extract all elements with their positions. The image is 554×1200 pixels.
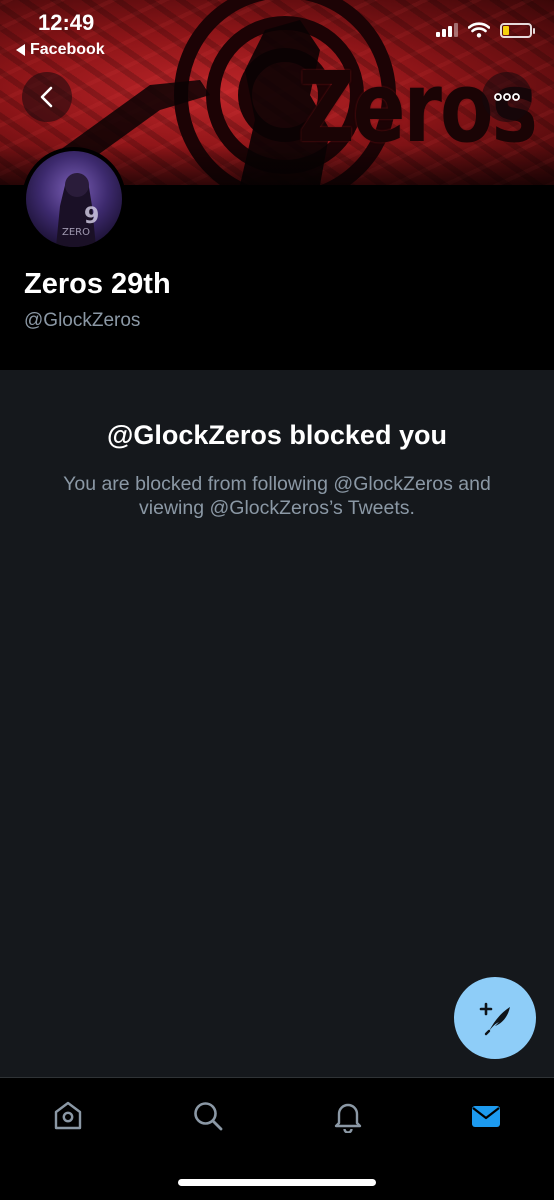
profile-content: @GlockZeros blocked you You are blocked …	[0, 370, 554, 1077]
status-bar: 12:49 Facebook	[0, 0, 554, 70]
bell-icon	[334, 1103, 362, 1133]
profile-display-name: Zeros 29th	[24, 268, 171, 300]
chevron-left-icon	[40, 86, 53, 108]
avatar-artwork: 9 ZERO	[56, 173, 99, 247]
back-app-label: Facebook	[30, 41, 105, 58]
tab-home[interactable]	[48, 1096, 88, 1136]
more-dots-icon	[494, 93, 520, 101]
tab-search[interactable]	[188, 1096, 228, 1136]
home-icon	[54, 1101, 82, 1130]
compose-tweet-button[interactable]	[454, 977, 536, 1059]
tab-messages[interactable]	[466, 1096, 506, 1136]
cellular-signal-icon	[436, 23, 458, 37]
back-to-app-link[interactable]: Facebook	[16, 41, 105, 59]
status-time: 12:49	[38, 10, 95, 35]
svg-text:ZERO: ZERO	[62, 227, 90, 238]
compose-feather-icon	[479, 1002, 510, 1036]
tab-notifications[interactable]	[328, 1096, 368, 1136]
svg-text:9: 9	[84, 204, 99, 229]
search-icon	[194, 1102, 223, 1131]
battery-icon	[500, 22, 535, 38]
profile-handle: @GlockZeros	[24, 310, 141, 331]
blocked-title: @GlockZeros blocked you	[107, 420, 447, 450]
mail-icon	[472, 1106, 500, 1127]
back-button[interactable]	[22, 72, 72, 122]
wifi-icon	[468, 22, 490, 38]
battery-level	[503, 25, 509, 35]
more-options-button[interactable]	[482, 72, 532, 122]
status-icons	[436, 22, 535, 38]
home-indicator[interactable]	[178, 1179, 376, 1186]
back-triangle-icon	[16, 44, 25, 56]
blocked-description: You are blocked from following @GlockZer…	[63, 473, 491, 519]
avatar[interactable]: 9 ZERO	[22, 147, 126, 251]
